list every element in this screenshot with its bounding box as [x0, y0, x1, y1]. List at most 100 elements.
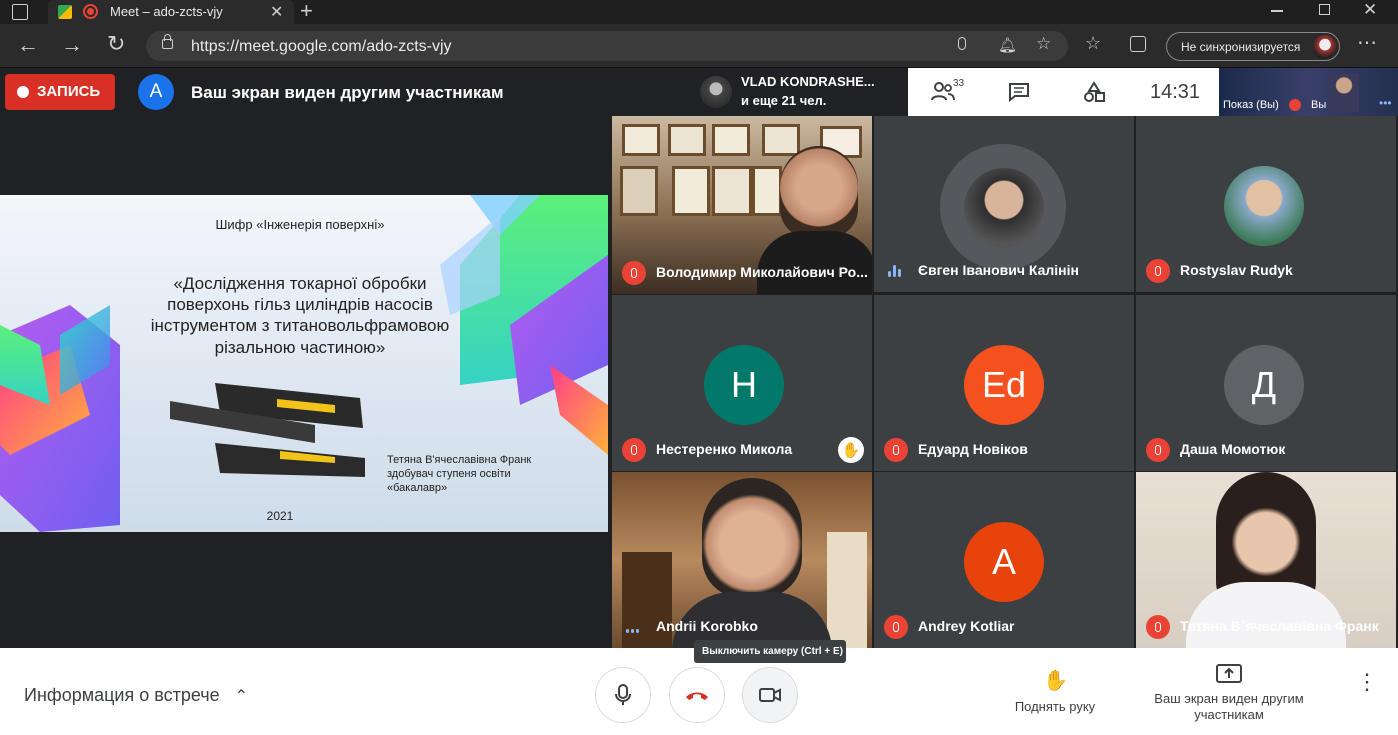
- present-label-line-2: участникам: [1194, 707, 1264, 722]
- participant-tile[interactable]: A Andrey Kotliar: [874, 472, 1134, 648]
- slide-degree-line-1: здобувач ступеня освіти: [387, 468, 511, 480]
- muted-mic-icon: [622, 438, 646, 462]
- slide-author: Тетяна В'ячеславівна Франк: [387, 454, 532, 466]
- address-toolbar: ← → ↻ https://meet.google.com/ado-zcts-v…: [0, 24, 1398, 68]
- muted-mic-icon: [622, 261, 646, 285]
- present-screen-icon: [1216, 664, 1242, 683]
- meeting-clock: 14:31: [1150, 81, 1201, 103]
- profile-sync-button[interactable]: Не синхронизируется: [1166, 32, 1340, 61]
- address-bar[interactable]: https://meet.google.com/ado-zcts-vjy 🔔︎ …: [146, 31, 1068, 61]
- participant-avatar: [964, 168, 1044, 248]
- camera-button[interactable]: [742, 667, 798, 723]
- more-menu-icon[interactable]: ⋯: [1357, 30, 1377, 55]
- participant-avatar: Д: [1224, 345, 1304, 425]
- lock-shackle-icon: [164, 34, 171, 41]
- participant-name: Євген Іванович Калінін: [918, 262, 1079, 278]
- self-view-image: [1329, 74, 1359, 112]
- participants-button[interactable]: 33: [930, 78, 974, 106]
- sync-status-label: Не синхронизируется: [1181, 40, 1301, 54]
- self-label: Вы: [1311, 99, 1327, 111]
- speaking-indicator-icon: [626, 629, 639, 633]
- record-dot-icon: [17, 86, 29, 98]
- participant-tile[interactable]: Andrii Korobko: [612, 472, 872, 648]
- minimize-icon[interactable]: [1271, 10, 1283, 12]
- hand-icon: ✋: [1043, 670, 1068, 692]
- raised-hand-icon: ✋: [838, 437, 864, 463]
- forward-icon[interactable]: →: [61, 32, 83, 58]
- more-options-icon[interactable]: ⋮: [1356, 671, 1378, 693]
- favorites-icon[interactable]: ☆: [1085, 33, 1101, 54]
- meeting-controls-bar: Информация о встрече ⌃ Выключить камеру …: [0, 640, 1398, 735]
- slide-year: 2021: [266, 509, 294, 523]
- slide-title-line-2: поверхонь гільз циліндрів насосів: [167, 295, 433, 314]
- chevron-up-icon: ⌃: [234, 688, 249, 705]
- participant-tile[interactable]: Н Нестеренко Микола ✋: [612, 295, 872, 471]
- participant-name: Andrey Kotliar: [918, 618, 1015, 634]
- speaker-more-count: и еще 21 чел.: [741, 93, 827, 108]
- participant-avatar: Ed: [964, 345, 1044, 425]
- raise-hand-label: Поднять руку: [1014, 699, 1096, 714]
- meeting-top-toolbar: 33 14:31: [908, 68, 1219, 116]
- recording-dot-icon: [87, 8, 94, 15]
- meeting-info-button[interactable]: Информация о встрече ⌃: [24, 685, 248, 706]
- chat-button[interactable]: [1008, 82, 1030, 107]
- notifications-blocked-icon[interactable]: 🔔︎: [998, 36, 1017, 54]
- slide-title-line-4: різальною частиною»: [214, 338, 386, 357]
- meeting-stage: ЗАПИСЬ A Ваш экран виден другим участник…: [0, 68, 1398, 648]
- participant-name: Andrii Korobko: [656, 618, 758, 634]
- camera-icon: [759, 688, 781, 702]
- activities-icon: [1084, 81, 1105, 102]
- participant-tile[interactable]: Д Даша Момотюк: [1136, 295, 1396, 471]
- chat-icon: [1009, 83, 1029, 103]
- slide-decoration: [0, 195, 608, 532]
- speaking-indicator-icon: [888, 265, 901, 277]
- recording-button[interactable]: ЗАПИСЬ: [5, 74, 115, 110]
- add-favorite-icon[interactable]: ☆: [1036, 34, 1051, 54]
- close-window-icon[interactable]: ✕: [1363, 0, 1377, 20]
- browser-tab-bar: Meet – ado-zcts-vjy ✕ + ✕: [0, 0, 1398, 24]
- active-speaker[interactable]: VLAD KONDRASHE... и еще 21 чел.: [692, 68, 908, 116]
- tab-actions-icon[interactable]: [12, 4, 28, 20]
- microphone-icon: [615, 684, 631, 705]
- participant-tile[interactable]: Євген Іванович Калінін: [874, 116, 1134, 292]
- self-view[interactable]: Показ (Вы) Вы •••: [1219, 68, 1398, 116]
- slide-degree-line-2: «бакалавр»: [387, 482, 448, 494]
- slide-title-line-1: «Дослідження токарної обробки: [173, 274, 427, 293]
- activities-button[interactable]: [1083, 81, 1105, 108]
- speaker-name: VLAD KONDRASHE...: [741, 74, 875, 89]
- participant-name: Даша Момотюк: [1180, 441, 1286, 457]
- raise-hand-button[interactable]: ✋ Поднять руку: [1005, 668, 1105, 718]
- slide-cipher: Шифр «Інженерія поверхні»: [215, 217, 385, 232]
- close-tab-icon[interactable]: ✕: [270, 2, 283, 22]
- slide-title-line-3: інструментом з титановольфрамовою: [150, 316, 450, 335]
- profile-avatar: [1313, 35, 1337, 59]
- present-button[interactable]: Ваш экран виден другим участникам: [1140, 664, 1318, 724]
- recording-label: ЗАПИСЬ: [37, 83, 101, 100]
- back-icon[interactable]: ←: [17, 32, 39, 58]
- participant-name: Тетяна В`ячеславівна Франк: [1180, 618, 1379, 634]
- restore-icon[interactable]: [1319, 4, 1330, 15]
- speaker-avatar: [700, 76, 732, 108]
- microphone-button[interactable]: [595, 667, 651, 723]
- new-tab-icon[interactable]: +: [300, 0, 313, 24]
- self-view-menu-icon[interactable]: •••: [1379, 96, 1392, 110]
- participant-count: 33: [953, 78, 965, 89]
- url-text: https://meet.google.com/ado-zcts-vjy: [191, 38, 452, 55]
- browser-tab[interactable]: Meet – ado-zcts-vjy ✕: [48, 0, 294, 24]
- participant-name: Володимир Миколайович Ро...: [656, 264, 868, 280]
- self-view-label: Показ (Вы): [1223, 99, 1279, 111]
- muted-mic-icon: [1146, 259, 1170, 283]
- participant-tile[interactable]: Тетяна В`ячеславівна Франк: [1136, 472, 1396, 648]
- end-call-button[interactable]: [669, 667, 725, 723]
- collections-icon[interactable]: [1130, 36, 1146, 52]
- participant-tile[interactable]: Володимир Миколайович Ро...: [612, 116, 872, 294]
- participant-name: Едуард Новіков: [918, 441, 1028, 457]
- participant-avatar: A: [964, 522, 1044, 602]
- microphone-permission-icon[interactable]: [958, 37, 966, 50]
- end-call-icon: [686, 692, 708, 700]
- participant-tile[interactable]: Ed Едуард Новіков: [874, 295, 1134, 471]
- tab-title: Meet – ado-zcts-vjy: [110, 4, 223, 19]
- presenter-avatar: A: [138, 74, 174, 110]
- refresh-icon[interactable]: ↻: [107, 31, 125, 57]
- participant-tile[interactable]: Rostyslav Rudyk: [1136, 116, 1396, 292]
